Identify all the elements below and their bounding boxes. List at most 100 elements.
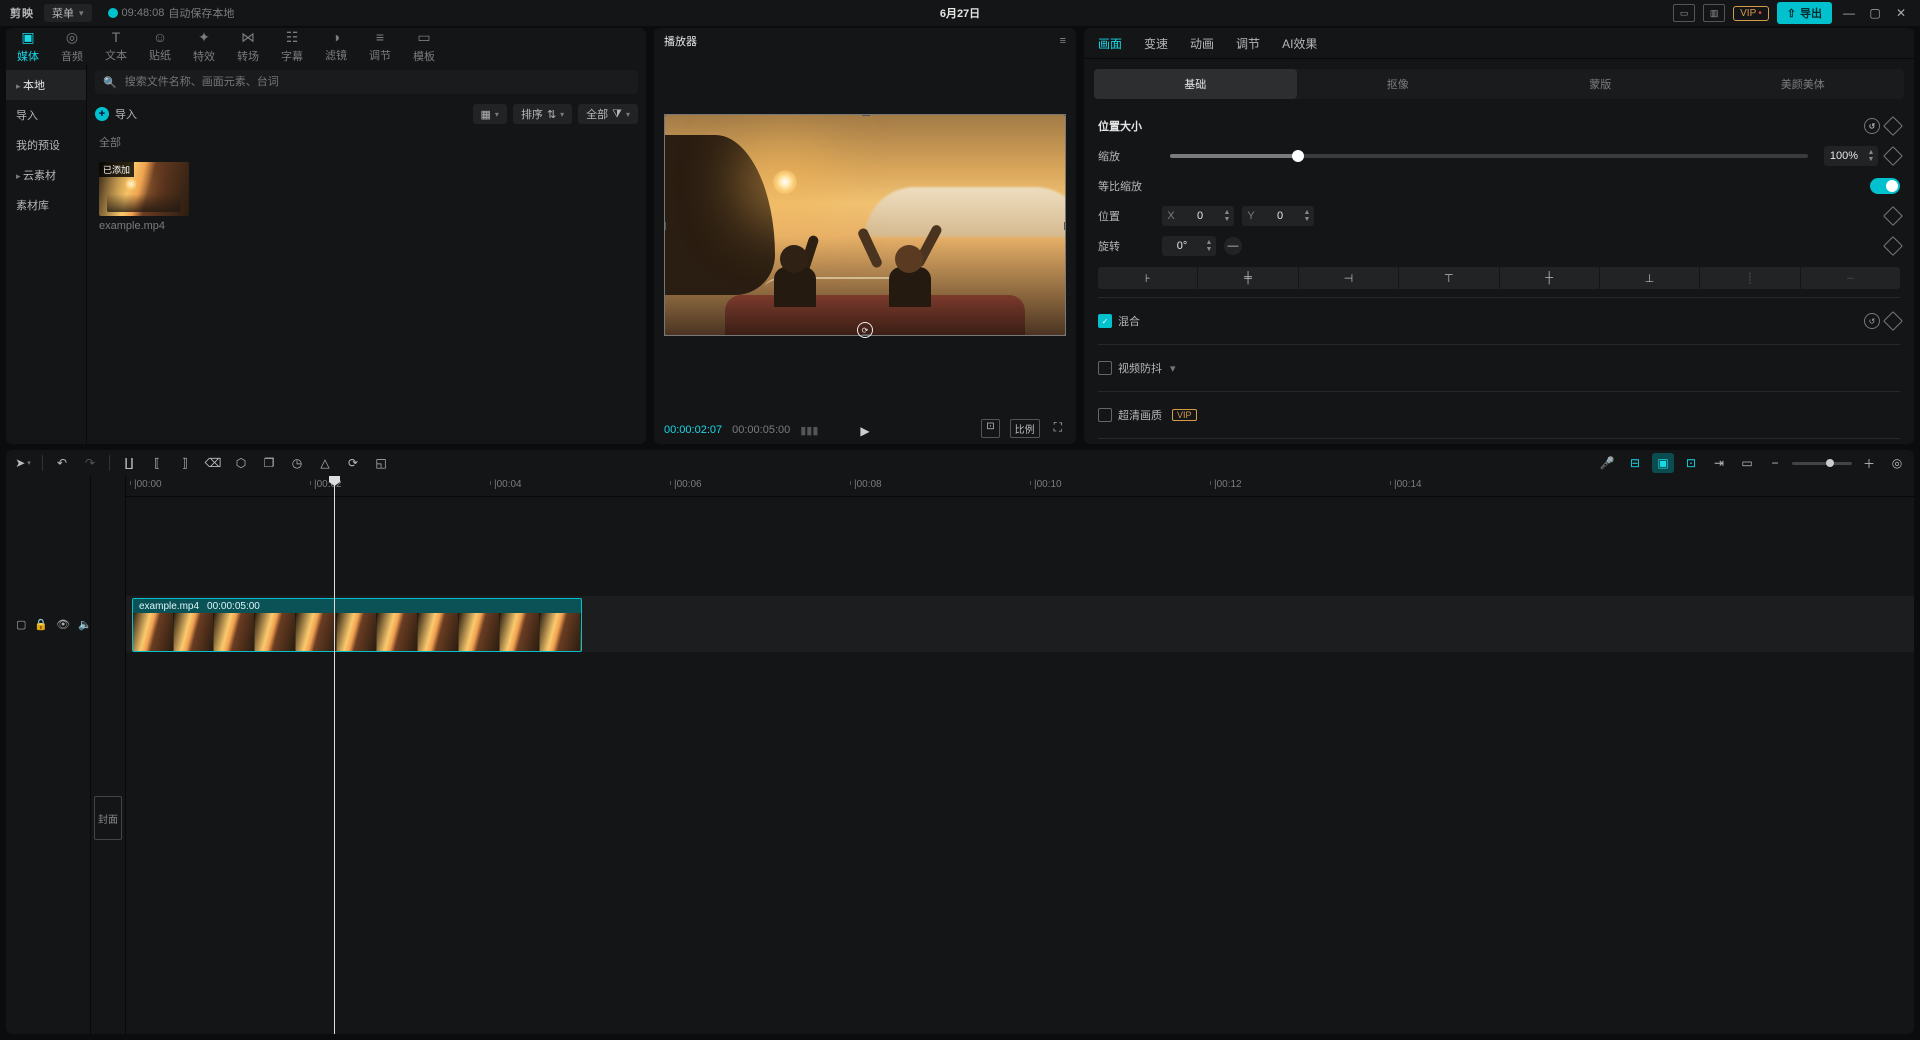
- pos-y[interactable]: Y0▲▼: [1242, 206, 1314, 226]
- cover-button[interactable]: 封面: [94, 796, 122, 840]
- import-button[interactable]: +导入: [95, 106, 137, 122]
- maximize-button[interactable]: ▢: [1866, 4, 1884, 22]
- magnet-main[interactable]: ⊟: [1624, 453, 1646, 473]
- tab-media[interactable]: ▣媒体: [6, 28, 50, 64]
- ratio-button[interactable]: 比例: [1010, 419, 1040, 438]
- kf-scale[interactable]: [1883, 146, 1903, 166]
- reset-blend[interactable]: ↺: [1864, 313, 1880, 329]
- track-mute-icon[interactable]: 🔈: [78, 618, 92, 631]
- subtab-basic[interactable]: 基础: [1094, 69, 1297, 99]
- tool-copy[interactable]: ❐: [258, 453, 280, 473]
- track-target-icon[interactable]: ▢: [16, 618, 26, 631]
- kf-position[interactable]: [1883, 206, 1903, 226]
- fullscreen-icon[interactable]: ⛶: [1050, 419, 1066, 438]
- blend-row[interactable]: ✓混合: [1098, 313, 1140, 329]
- scale-slider[interactable]: [1170, 154, 1808, 158]
- side-presets[interactable]: 我的预设: [6, 130, 86, 160]
- toggle-uniform[interactable]: [1870, 178, 1900, 194]
- flip-button[interactable]: —: [1224, 237, 1242, 255]
- tab-adjust[interactable]: ≡调节: [358, 28, 402, 64]
- tool-mirror[interactable]: △: [314, 453, 336, 473]
- tool-redo[interactable]: ↷: [79, 453, 101, 473]
- align-right[interactable]: ⊣: [1299, 267, 1398, 289]
- tool-trim-left[interactable]: ⟦: [146, 453, 168, 473]
- sort-dropdown[interactable]: 排序 ⇅: [513, 104, 572, 124]
- pos-x[interactable]: X0▲▼: [1162, 206, 1234, 226]
- align-left[interactable]: ⊦: [1098, 267, 1197, 289]
- kf-rotation[interactable]: [1883, 236, 1903, 256]
- zoom-fit[interactable]: ◎: [1886, 453, 1908, 473]
- blend-check[interactable]: ✓: [1098, 314, 1112, 328]
- tool-reverse[interactable]: ◷: [286, 453, 308, 473]
- tab-caption[interactable]: ☷字幕: [270, 28, 314, 64]
- tracks-area[interactable]: |00:00 |00:02 |00:04 |00:06 |00:08 |00:1…: [126, 476, 1914, 1034]
- align-hcenter[interactable]: ╪: [1198, 267, 1297, 289]
- stab-check[interactable]: [1098, 361, 1112, 375]
- tab-effect[interactable]: ✦特效: [182, 28, 226, 64]
- ptab-speed[interactable]: 变速: [1144, 35, 1168, 52]
- side-cloud[interactable]: 云素材: [6, 160, 86, 190]
- media-clip[interactable]: 已添加 example.mp4: [99, 162, 189, 232]
- side-import[interactable]: 导入: [6, 100, 86, 130]
- tool-mark[interactable]: ⬡: [230, 453, 252, 473]
- align-bottom[interactable]: ⊥: [1600, 267, 1699, 289]
- track-visible-icon[interactable]: 👁: [56, 618, 70, 631]
- zoom-knob[interactable]: [1826, 459, 1834, 467]
- side-local[interactable]: 本地: [6, 70, 86, 100]
- tool-trim-right[interactable]: ⟧: [174, 453, 196, 473]
- stab-row[interactable]: 视频防抖▾: [1098, 360, 1176, 376]
- track-lock-icon[interactable]: 🔒: [34, 618, 48, 631]
- volume-icon[interactable]: ▮▮▮: [800, 424, 818, 437]
- timeline-clip[interactable]: example.mp400:00:05:00: [132, 598, 582, 652]
- filter-dropdown[interactable]: 全部 ⧩: [578, 104, 638, 124]
- subtab-mask[interactable]: 蒙版: [1499, 69, 1702, 99]
- tool-select[interactable]: ➤: [12, 453, 34, 473]
- time-ruler[interactable]: |00:00 |00:02 |00:04 |00:06 |00:08 |00:1…: [126, 476, 1914, 497]
- tool-rotate[interactable]: ⟳: [342, 453, 364, 473]
- player-canvas[interactable]: [664, 114, 1066, 336]
- kf-pos-section[interactable]: [1883, 116, 1903, 136]
- play-button[interactable]: ▶: [860, 424, 869, 438]
- safezone-icon[interactable]: ⊡: [981, 419, 999, 438]
- playhead[interactable]: [334, 476, 335, 1034]
- preview-render[interactable]: ▭: [1736, 453, 1758, 473]
- hd-check[interactable]: [1098, 408, 1112, 422]
- player-menu-icon[interactable]: ≡: [1060, 35, 1066, 47]
- close-button[interactable]: ✕: [1892, 4, 1910, 22]
- rotate-handle-icon[interactable]: ⟳: [857, 322, 873, 338]
- kf-blend[interactable]: [1883, 311, 1903, 331]
- zoom-in[interactable]: ＋: [1858, 453, 1880, 473]
- reset-pos[interactable]: ↺: [1864, 118, 1880, 134]
- ptab-adjust[interactable]: 调节: [1236, 35, 1260, 52]
- subtab-beauty[interactable]: 美颜美体: [1702, 69, 1905, 99]
- zoom-out[interactable]: −: [1764, 453, 1786, 473]
- tool-crop[interactable]: ◱: [370, 453, 392, 473]
- tab-transition[interactable]: ⋈转场: [226, 28, 270, 64]
- tab-filter[interactable]: ◑滤镜: [314, 28, 358, 64]
- export-button[interactable]: ⇧导出: [1777, 2, 1832, 24]
- ptab-anim[interactable]: 动画: [1190, 35, 1214, 52]
- tool-delete[interactable]: ⌫: [202, 453, 224, 473]
- view-mode[interactable]: ▦: [473, 104, 507, 124]
- scale-value[interactable]: 100%▲▼: [1824, 146, 1878, 166]
- minimize-button[interactable]: —: [1840, 4, 1858, 22]
- ptab-ai[interactable]: AI效果: [1282, 35, 1317, 52]
- subtab-cutout[interactable]: 抠像: [1297, 69, 1500, 99]
- media-search-input[interactable]: [123, 75, 630, 89]
- align-vcenter[interactable]: ┼: [1500, 267, 1599, 289]
- vip-badge[interactable]: VIP: [1733, 6, 1769, 21]
- tab-text[interactable]: T文本: [94, 28, 138, 64]
- align-top[interactable]: ⊤: [1399, 267, 1498, 289]
- magnet-link[interactable]: ⊡: [1680, 453, 1702, 473]
- tool-undo[interactable]: ↶: [51, 453, 73, 473]
- mic-icon[interactable]: 🎤: [1596, 453, 1618, 473]
- side-library[interactable]: 素材库: [6, 190, 86, 220]
- tab-sticker[interactable]: ☺贴纸: [138, 28, 182, 64]
- video-track[interactable]: example.mp400:00:05:00: [126, 596, 1914, 652]
- magnet-snap[interactable]: ▣: [1652, 453, 1674, 473]
- rot-value[interactable]: 0°▲▼: [1162, 236, 1216, 256]
- menu-dropdown[interactable]: 菜单: [44, 4, 92, 22]
- panels-icon[interactable]: ▥: [1703, 4, 1725, 22]
- ptab-canvas[interactable]: 画面: [1098, 35, 1122, 52]
- tool-split[interactable]: ∐: [118, 453, 140, 473]
